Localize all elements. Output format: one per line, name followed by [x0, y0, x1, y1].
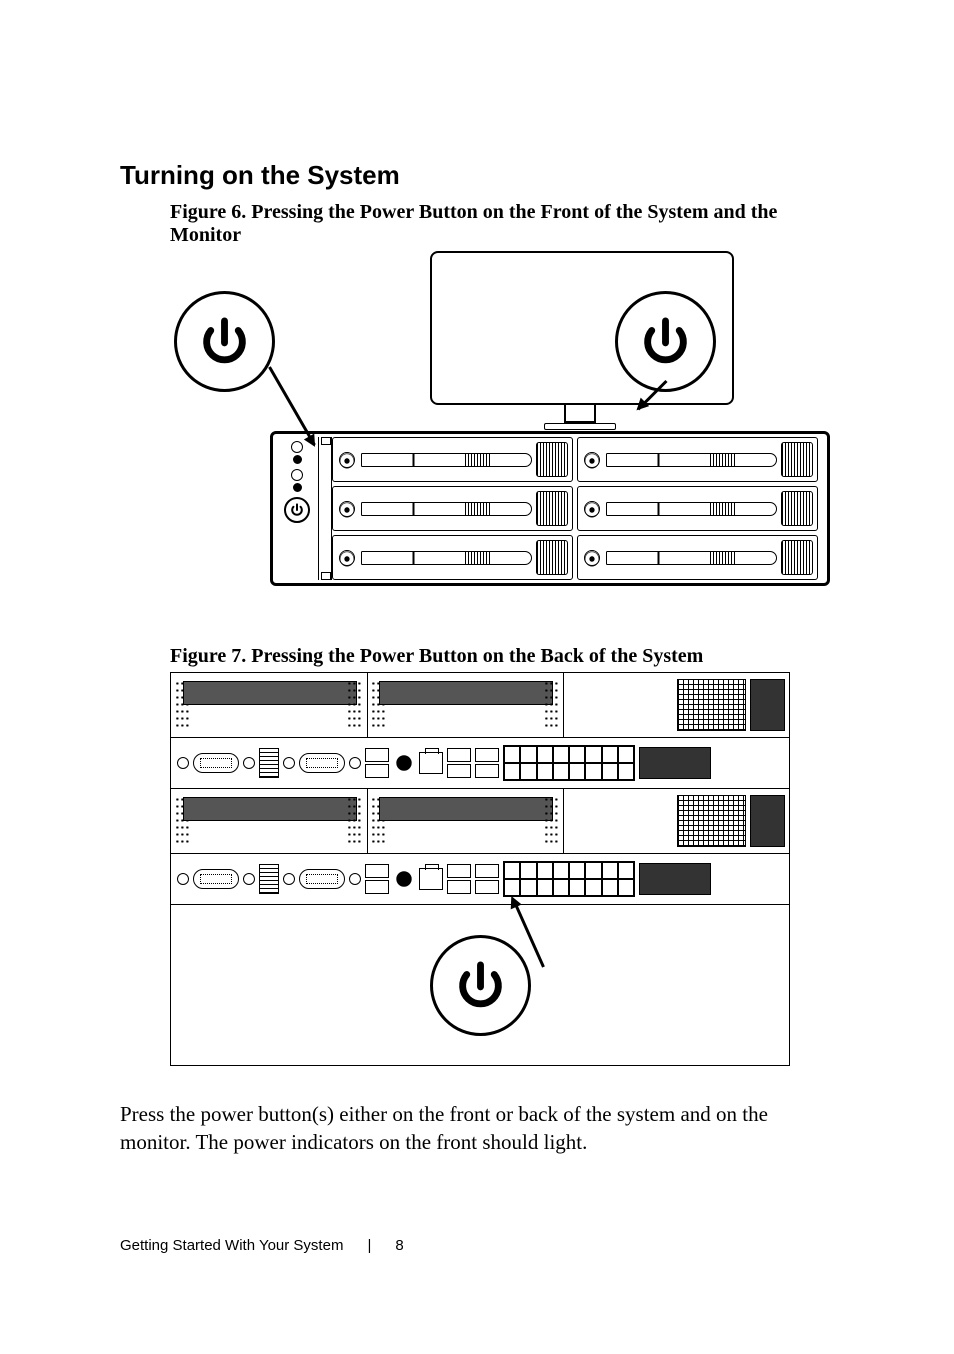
vent-dots-icon — [544, 680, 560, 728]
fan-grill-icon — [183, 681, 357, 705]
rear-power-button-icon — [393, 752, 415, 774]
thumbscrew-icon — [283, 757, 295, 769]
thumbscrew-icon — [283, 873, 295, 885]
vent-dots-icon — [544, 796, 560, 844]
document-page: Turning on the System Figure 6. Pressing… — [0, 0, 954, 1157]
fan-module — [171, 673, 368, 737]
usb-stack-icon — [365, 864, 389, 894]
rear-io-row — [171, 854, 789, 904]
drive-bay: ⦿ — [577, 486, 818, 531]
vga-port-icon — [193, 869, 239, 889]
indicator-dot-icon — [293, 483, 302, 492]
thumbscrew-icon — [177, 873, 189, 885]
psu-vent-icon — [677, 679, 746, 731]
mgmt-port-icon — [419, 868, 443, 890]
drive-latch-icon — [361, 551, 532, 565]
power-icon — [453, 958, 508, 1013]
vent-dots-icon — [347, 680, 363, 728]
psu-vent-icon — [677, 795, 746, 847]
page-footer: Getting Started With Your System | 8 — [120, 1237, 404, 1254]
fan-module — [368, 673, 565, 737]
pcie-slot-icon — [503, 861, 635, 897]
drive-bay: ⦿ — [332, 437, 573, 482]
fan-grill-icon — [183, 797, 357, 821]
fan-module — [171, 789, 368, 853]
monitor-stand — [564, 405, 596, 423]
serial-port-icon — [299, 869, 345, 889]
drive-bay: ⦿ — [577, 437, 818, 482]
vent-dots-icon — [347, 796, 363, 844]
figure-7-illustration — [170, 672, 790, 1066]
status-led-icon — [291, 469, 303, 481]
power-callout-rear — [430, 935, 531, 1036]
thumbscrew-icon — [243, 757, 255, 769]
drive-latch-icon — [361, 502, 532, 516]
footer-section-label: Getting Started With Your System — [120, 1237, 343, 1254]
drive-bay-grid: ⦿ ⦿ ⦿ ⦿ ⦿ — [332, 437, 818, 580]
thumbscrew-icon — [349, 757, 361, 769]
server-rear-view — [170, 672, 790, 905]
psu-area — [564, 789, 789, 853]
drive-handle-icon: ⦿ — [339, 501, 355, 517]
drive-latch-icon — [606, 453, 777, 467]
status-stack-icon — [259, 748, 279, 778]
figure-7-caption: Figure 7. Pressing the Power Button on t… — [170, 645, 834, 668]
front-control-panel — [282, 437, 312, 580]
server-front-view: ⦿ ⦿ ⦿ ⦿ ⦿ — [270, 431, 830, 586]
drive-bay: ⦿ — [577, 535, 818, 580]
drive-latch-icon — [606, 502, 777, 516]
mgmt-port-icon — [419, 752, 443, 774]
figure-6-illustration: ⦿ ⦿ ⦿ ⦿ ⦿ — [170, 251, 750, 591]
drive-handle-icon: ⦿ — [339, 452, 355, 468]
thumbscrew-icon — [349, 873, 361, 885]
psu-module-icon — [639, 863, 711, 895]
pcie-slot-icon — [503, 745, 635, 781]
psu-module-icon — [750, 679, 785, 731]
drive-handle-icon: ⦿ — [584, 452, 600, 468]
footer-page-number: 8 — [395, 1237, 403, 1254]
footer-separator-icon: | — [367, 1237, 371, 1254]
power-icon — [197, 314, 252, 369]
figure-6-caption: Figure 6. Pressing the Power Button on t… — [170, 201, 834, 247]
power-callout-monitor — [615, 291, 716, 392]
thumbscrew-icon — [177, 757, 189, 769]
fan-module — [368, 789, 565, 853]
front-power-button-icon — [284, 497, 310, 523]
serial-port-icon — [299, 753, 345, 773]
psu-module-icon — [750, 795, 785, 847]
nic-stack-icon — [447, 748, 471, 778]
psu-module-icon — [639, 747, 711, 779]
power-icon — [289, 502, 305, 518]
fan-grill-icon — [379, 681, 553, 705]
drive-bay: ⦿ — [332, 486, 573, 531]
drive-latch-icon — [606, 551, 777, 565]
power-callout-system — [174, 291, 275, 392]
drive-bay: ⦿ — [332, 535, 573, 580]
figure-7-callout-area — [170, 905, 790, 1066]
monitor-base — [544, 423, 616, 430]
rear-power-button-icon — [393, 868, 415, 890]
psu-area — [564, 673, 789, 737]
fan-grill-icon — [379, 797, 553, 821]
nic-stack-icon — [447, 864, 471, 894]
power-icon — [638, 314, 693, 369]
usb-stack-icon — [365, 748, 389, 778]
drive-latch-icon — [361, 453, 532, 467]
drive-handle-icon: ⦿ — [339, 550, 355, 566]
indicator-dot-icon — [293, 455, 302, 464]
instruction-paragraph: Press the power button(s) either on the … — [120, 1100, 834, 1157]
rear-top-row — [171, 789, 789, 854]
nic-stack-icon — [475, 864, 499, 894]
drive-handle-icon: ⦿ — [584, 550, 600, 566]
status-led-icon — [291, 441, 303, 453]
rear-top-row — [171, 673, 789, 738]
section-heading: Turning on the System — [120, 160, 834, 191]
nic-stack-icon — [475, 748, 499, 778]
rear-io-row — [171, 738, 789, 789]
status-stack-icon — [259, 864, 279, 894]
drive-handle-icon: ⦿ — [584, 501, 600, 517]
thumbscrew-icon — [243, 873, 255, 885]
vga-port-icon — [193, 753, 239, 773]
chassis-divider — [318, 437, 332, 580]
